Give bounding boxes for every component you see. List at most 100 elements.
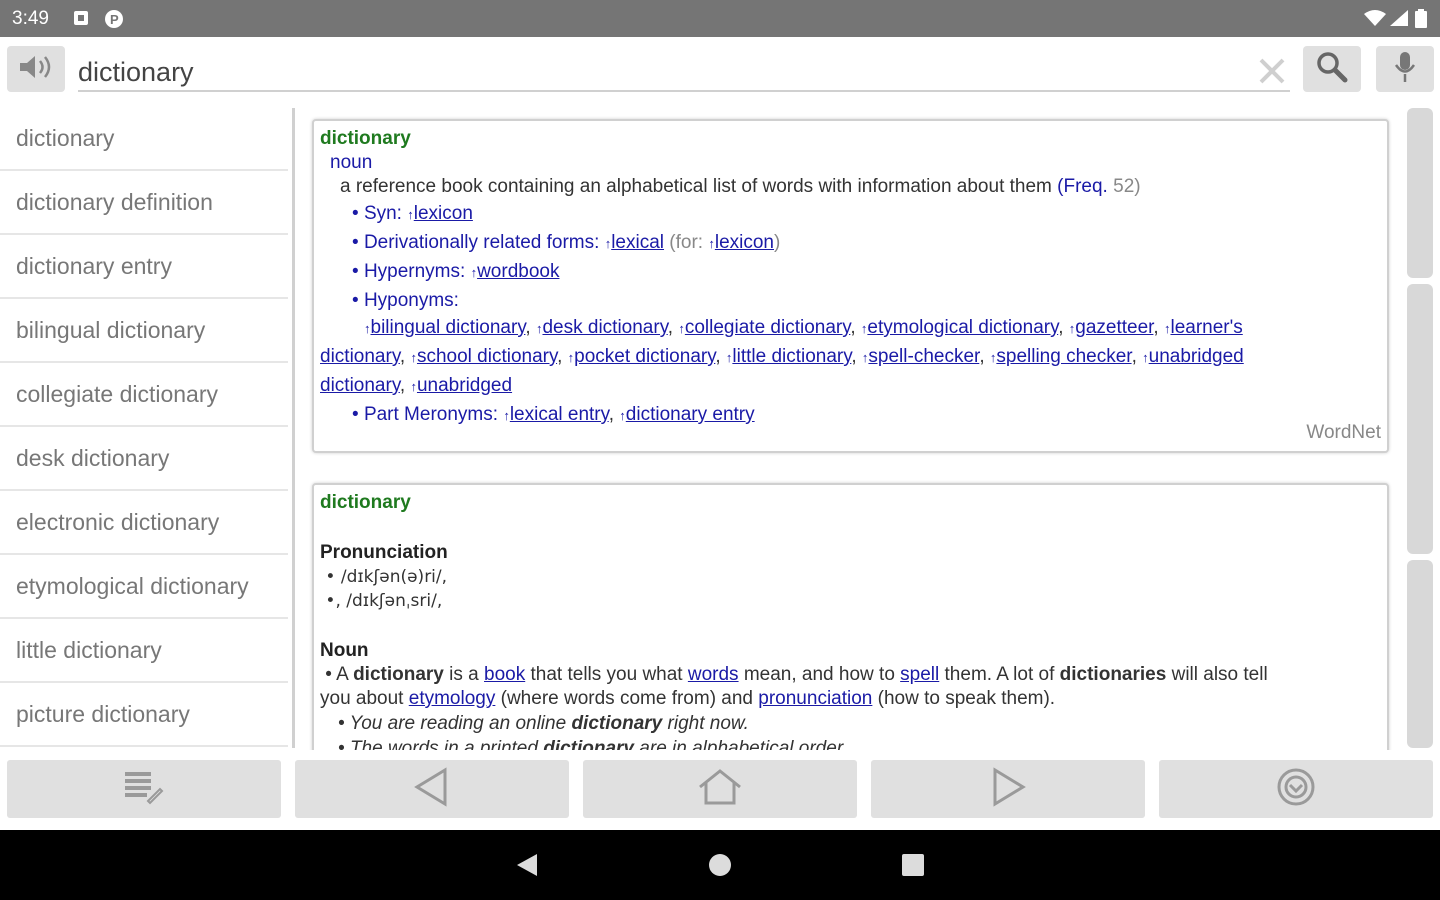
wordnet-card: dictionary noun a reference book contain…	[312, 119, 1389, 453]
list-item[interactable]: electronic dictionary	[0, 491, 288, 555]
deriv-label: Derivationally related forms:	[363, 232, 600, 253]
list-item[interactable]: picture dictionary	[0, 683, 288, 747]
deriv-link[interactable]: lexical	[611, 232, 664, 253]
hyponyms-row: • Hyponyms:	[352, 290, 459, 311]
definition: a reference book containing an alphabeti…	[320, 173, 1381, 201]
nav-home-icon[interactable]	[707, 852, 733, 883]
pronunciation-2: •, /dɪkʃənˌsri/,	[320, 591, 443, 611]
syn-label: Syn:	[363, 203, 402, 224]
hyponym-link[interactable]: collegiate dictionary	[685, 317, 850, 338]
hyponym-link[interactable]: dictionary	[320, 346, 400, 367]
microphone-icon	[1393, 50, 1417, 89]
pane-divider[interactable]	[292, 108, 295, 748]
forward-arrow-icon	[988, 766, 1028, 812]
derived-forms-row: • Derivationally related forms: ↑lexical…	[352, 232, 781, 253]
scrollbar[interactable]	[1407, 108, 1433, 748]
hyponym-link[interactable]: etymological dictionary	[867, 317, 1058, 338]
battery-icon	[1415, 9, 1427, 28]
hyponym-link[interactable]: spell-checker	[868, 346, 979, 367]
hyponyms-list-cont: dictionary, ↑school dictionary, ↑pocket …	[320, 346, 1244, 367]
clear-icon[interactable]	[1257, 56, 1287, 91]
hyponym-link[interactable]: school dictionary	[417, 346, 557, 367]
wiktionary-card: dictionary Pronunciation • /dɪkʃən(ə)ri/…	[312, 483, 1389, 750]
status-time: 3:49	[12, 8, 49, 29]
meronym-link[interactable]: dictionary entry	[626, 404, 755, 425]
back-button[interactable]	[295, 760, 569, 818]
list-item[interactable]: little dictionary	[0, 619, 288, 683]
list-item[interactable]: dictionary definition	[0, 171, 288, 235]
bottom-toolbar	[0, 755, 1440, 827]
list-item[interactable]: bilingual dictionary	[0, 299, 288, 363]
scrollbar-segment[interactable]	[1407, 108, 1433, 278]
nav-back-icon[interactable]	[515, 852, 541, 883]
hyponym-link[interactable]: unabridged	[417, 375, 512, 396]
settings-icon	[1276, 767, 1316, 812]
history-button[interactable]	[7, 760, 281, 818]
signal-icon	[1389, 9, 1409, 27]
meronyms-label: Part Meronyms:	[363, 404, 499, 425]
list-icon	[122, 767, 166, 812]
settings-button[interactable]	[1159, 760, 1433, 818]
p-icon: P	[104, 9, 123, 28]
search-button[interactable]	[1303, 46, 1361, 92]
hypernym-link[interactable]: wordbook	[477, 261, 559, 282]
wiki-link[interactable]: etymology	[409, 688, 496, 709]
speak-button[interactable]	[7, 46, 65, 92]
meronym-link[interactable]: lexical entry	[510, 404, 609, 425]
definition-panel: dictionary noun a reference book contain…	[305, 107, 1400, 750]
back-arrow-icon	[412, 766, 452, 812]
list-item[interactable]: desk dictionary	[0, 427, 288, 491]
scrollbar-segment[interactable]	[1407, 284, 1433, 554]
freq-value: 52)	[1113, 176, 1141, 197]
speaker-icon	[16, 52, 56, 87]
hyponym-link[interactable]: pocket dictionary	[574, 346, 715, 367]
wiki-link[interactable]: pronunciation	[758, 688, 872, 709]
system-nav-bar	[0, 830, 1440, 900]
search-icon	[1315, 50, 1349, 89]
svg-text:P: P	[110, 12, 119, 27]
wiki-link[interactable]: book	[484, 664, 525, 685]
example-1: • You are reading an online dictionary r…	[338, 713, 749, 734]
syn-link[interactable]: lexicon	[414, 203, 473, 224]
meronyms-row: • Part Meronyms: ↑lexical entry, ↑dictio…	[352, 404, 755, 425]
list-item[interactable]: etymological dictionary	[0, 555, 288, 619]
hyponyms-label: Hyponyms:	[363, 290, 459, 311]
synonyms-row: • Syn: ↑lexicon	[352, 203, 473, 224]
hyponym-link[interactable]: learner's	[1170, 317, 1242, 338]
status-bar: 3:49 P	[0, 0, 1440, 37]
home-icon	[696, 767, 744, 812]
hyponyms-list-end: dictionary, ↑unabridged	[320, 375, 513, 396]
hyponym-link[interactable]: little dictionary	[732, 346, 851, 367]
search-input[interactable]	[78, 54, 1290, 92]
hypernyms-row: • Hypernyms: ↑wordbook	[352, 261, 560, 282]
freq-label: (Freq.	[1057, 176, 1108, 197]
voice-search-button[interactable]	[1376, 46, 1434, 92]
wiki-link[interactable]: spell	[900, 664, 939, 685]
list-item[interactable]: dictionary entry	[0, 235, 288, 299]
list-item[interactable]: collegiate dictionary	[0, 363, 288, 427]
deriv-for-link[interactable]: lexicon	[715, 232, 774, 253]
hyponym-link[interactable]: gazetteer	[1075, 317, 1153, 338]
wifi-icon	[1363, 9, 1387, 27]
deriv-for: (for:	[669, 232, 704, 253]
hypernyms-label: Hypernyms:	[363, 261, 466, 282]
definition-text: a reference book containing an alphabeti…	[340, 176, 1052, 197]
home-button[interactable]	[583, 760, 857, 818]
source-label: WordNet	[1306, 422, 1381, 443]
suggestion-list: dictionary dictionary definition diction…	[0, 107, 288, 750]
hyponym-link[interactable]: unabridged	[1149, 346, 1244, 367]
example-2: • The words in a printed dictionary are …	[338, 738, 848, 750]
headword: dictionary	[320, 492, 411, 513]
notification-icon	[72, 9, 90, 27]
hyponym-link[interactable]: spelling checker	[996, 346, 1131, 367]
hyponym-link[interactable]: dictionary	[320, 375, 400, 396]
hyponyms-list: ↑bilingual dictionary, ↑desk dictionary,…	[364, 317, 1243, 338]
hyponym-link[interactable]: bilingual dictionary	[371, 317, 526, 338]
hyponym-link[interactable]: desk dictionary	[542, 317, 667, 338]
list-item[interactable]: dictionary	[0, 107, 288, 171]
noun-definition-cont: you about etymology (where words come fr…	[320, 688, 1056, 709]
nav-recents-icon[interactable]	[900, 852, 926, 883]
forward-button[interactable]	[871, 760, 1145, 818]
wiki-link[interactable]: words	[688, 664, 739, 685]
scrollbar-segment[interactable]	[1407, 560, 1433, 748]
